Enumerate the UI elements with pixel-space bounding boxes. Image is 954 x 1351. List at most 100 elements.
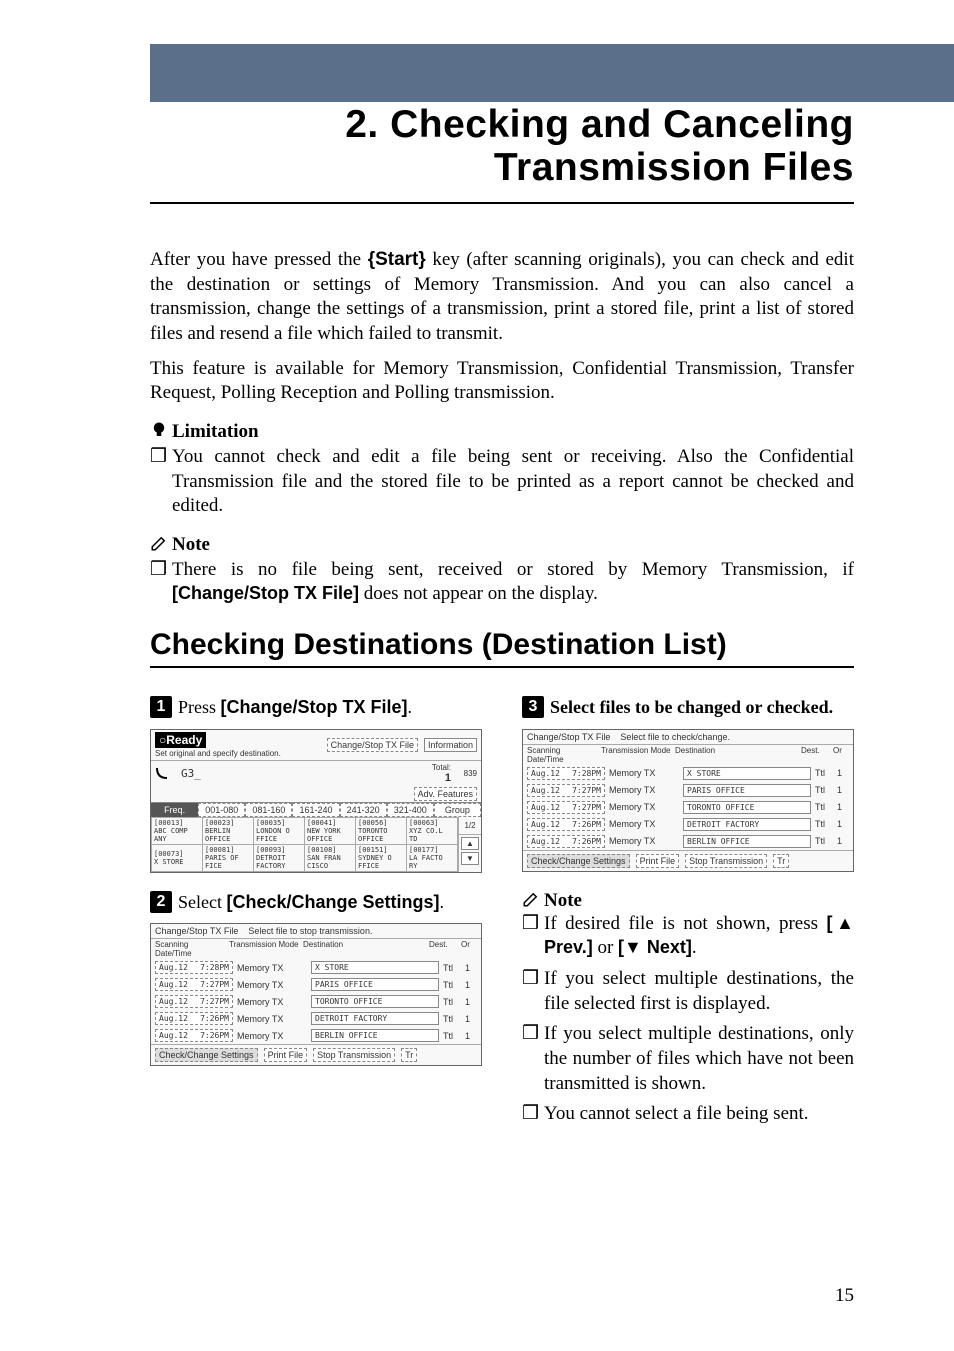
print-file-button[interactable]: Print File [264,1048,308,1062]
file-row-button[interactable]: Aug.127:26PM [155,1012,233,1025]
stop-transmission-button[interactable]: Stop Transmission [685,854,767,868]
note2-item: ❒If desired file is not shown, press [▲ … [522,912,854,961]
tx-mode: Memory TX [237,980,307,990]
panel-subtitle: Select file to stop transmission. [248,926,372,936]
dest-tab[interactable]: 321-400 [387,803,434,817]
col-header: Transmission Mode [229,940,299,958]
page-up-button[interactable]: ▲ [461,837,479,850]
note2-list: ❒If desired file is not shown, press [▲ … [522,912,854,1128]
dest-ttl: Ttl [443,980,461,990]
dest-cell[interactable]: [00177] LA FACTO RY [407,844,458,871]
file-row-button[interactable]: Aug.127:28PM [527,767,605,780]
lcd-screenshot-filelist-1: Change/Stop TX FileSelect file to stop t… [150,923,482,1066]
ready-label: ○Ready [155,732,206,748]
limitation-item: ❒ You cannot check and edit a file being… [150,445,854,519]
destination-cell: TORONTO OFFICE [311,995,439,1008]
dest-ttl: Ttl [815,768,833,778]
tx-mode: Memory TX [609,785,679,795]
file-row-button[interactable]: Aug.127:26PM [527,835,605,848]
dest-count: 1 [465,1014,477,1024]
dest-cell[interactable]: [00093] DETROIT FACTORY [254,844,305,871]
tx-mode: Memory TX [237,1031,307,1041]
dest-cell[interactable]: [00035] LONDON O FFICE [254,817,305,844]
check-change-settings-button[interactable]: Check/Change Settings [527,854,630,868]
dest-tab[interactable]: Freq. [151,803,198,817]
dest-cell[interactable]: [00073] X STORE [152,844,203,871]
stop-transmission-button[interactable]: Stop Transmission [313,1048,395,1062]
intro-p2: This feature is available for Memory Tra… [150,357,854,406]
limitation-heading: Limitation [150,420,854,445]
dest-cell[interactable]: [00063] XYZ CO.L TD [407,817,458,844]
dest-cell[interactable]: [00081] PARIS OF FICE [203,844,254,871]
adv-features-button[interactable]: Adv. Features [414,787,477,801]
dest-count: 1 [837,785,849,795]
destination-cell: X STORE [683,767,811,780]
file-row-button[interactable]: Aug.127:27PM [527,801,605,814]
print-file-button[interactable]: Print File [636,854,680,868]
dest-ttl: Ttl [815,785,833,795]
chapter-title: 2. Checking and Canceling Transmission F… [150,104,854,190]
phone-icon [155,766,177,780]
header-band [150,44,954,102]
note2-text: You cannot select a file being sent. [544,1102,854,1127]
chapter-line-1: 2. Checking and Canceling [150,104,854,147]
tx-mode: Memory TX [237,1014,307,1024]
tx-mode: Memory TX [237,997,307,1007]
ready-sub: Set original and specify destination. [155,749,281,758]
dest-tab[interactable]: 241-320 [340,803,387,817]
note-pencil-icon [150,534,168,552]
dest-count: 1 [465,963,477,973]
destination-cell: TORONTO OFFICE [683,801,811,814]
tx-mode: Memory TX [609,836,679,846]
dest-ttl: Ttl [815,836,833,846]
bullet-mark-icon: ❒ [522,1022,544,1096]
file-row-button[interactable]: Aug.127:27PM [155,995,233,1008]
dest-tab[interactable]: 001-080 [198,803,245,817]
dest-cell[interactable]: [00056] TORONTO OFFICE [356,817,407,844]
bullet-mark-icon: ❒ [522,967,544,1016]
note1-item: ❒ There is no file being sent, received … [150,558,854,607]
dest-tab[interactable]: 081-160 [245,803,292,817]
start-key: {Start} [368,249,426,270]
page-down-button[interactable]: ▼ [461,852,479,865]
col-header: Scanning Date/Time [527,746,597,764]
dest-cell[interactable]: [00041] NEW YORK OFFICE [305,817,356,844]
col-header: Or [833,746,849,764]
col-header: Or [461,940,477,958]
dest-cell[interactable]: [00151] SYDNEY O FFICE [356,844,407,871]
two-column-area: 1 Press [Change/Stop TX File]. ○Ready Se… [150,690,854,1133]
tr-button[interactable]: Tr [401,1048,417,1062]
tr-button[interactable]: Tr [773,854,789,868]
file-row-button[interactable]: Aug.127:27PM [155,978,233,991]
dest-count: 1 [837,819,849,829]
col-header: Destination [303,940,425,958]
intro-p1: After you have pressed the {Start} key (… [150,248,854,347]
destination-cell: BERLIN OFFICE [683,835,811,848]
dest-ttl: Ttl [815,802,833,812]
lcd-screenshot-filelist-2: Change/Stop TX FileSelect file to check/… [522,729,854,872]
panel-title: Change/Stop TX File [527,732,610,742]
dest-tab[interactable]: Group [434,803,481,817]
file-row-button[interactable]: Aug.127:28PM [155,961,233,974]
file-row-button[interactable]: Aug.127:26PM [155,1029,233,1042]
dest-cell[interactable]: [00013] ABC COMP ANY [152,817,203,844]
limitation-lightbulb-icon [150,421,168,439]
lcd-screenshot-ready: ○Ready Set original and specify destinat… [150,729,482,873]
file-row-button[interactable]: Aug.127:26PM [527,818,605,831]
dest-tab[interactable]: 161-240 [292,803,339,817]
note2-item: ❒You cannot select a file being sent. [522,1102,854,1127]
step-3: 3 Select files to be changed or checked. [522,696,854,719]
change-stop-tx-button[interactable]: Change/Stop TX File [327,738,418,752]
step-1: 1 Press [Change/Stop TX File]. [150,696,482,719]
dest-cell[interactable]: [00108] SAN FRAN CISCO [305,844,356,871]
tx-mode: Memory TX [609,768,679,778]
step-2: 2 Select [Check/Change Settings]. [150,891,482,914]
limitation-text: You cannot check and edit a file being s… [172,445,854,519]
dest-count: 1 [837,768,849,778]
col-header: Dest. [801,746,829,764]
dest-cell[interactable]: [00023] BERLIN OFFICE [203,817,254,844]
information-button[interactable]: Information [424,738,477,752]
bullet-mark-icon: ❒ [150,558,172,607]
file-row-button[interactable]: Aug.127:27PM [527,784,605,797]
check-change-settings-button[interactable]: Check/Change Settings [155,1048,258,1062]
